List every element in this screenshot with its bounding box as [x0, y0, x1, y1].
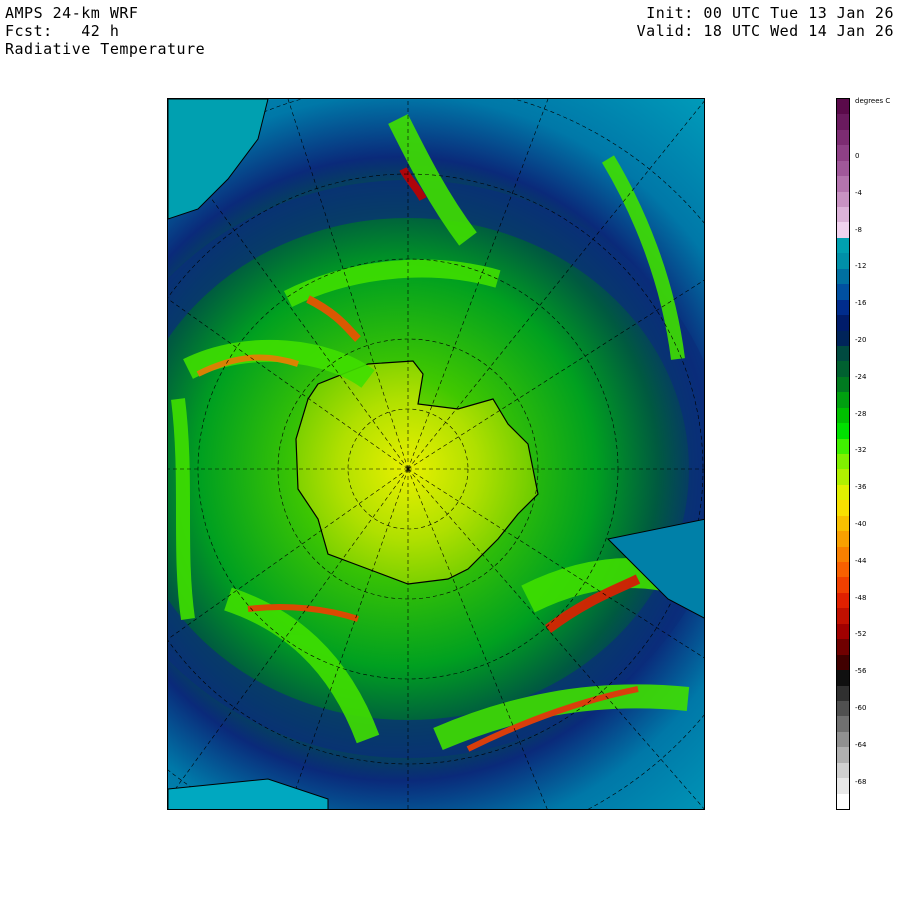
- colorbar-cell: [837, 531, 849, 548]
- colorbar-cell: [837, 515, 849, 532]
- colorbar-cell: [837, 484, 849, 501]
- colorbar-tick-label: -28: [855, 409, 867, 418]
- colorbar-cell: [837, 253, 849, 270]
- colorbar-cell: [837, 762, 849, 779]
- colorbar-cell: [837, 237, 849, 254]
- colorbar-cell: [837, 160, 849, 177]
- colorbar-cell: [837, 114, 849, 131]
- colorbar-cell: [837, 222, 849, 239]
- colorbar-cell: [837, 99, 849, 115]
- colorbar-tick-label: -56: [855, 667, 867, 676]
- colorbar-cell: [837, 376, 849, 393]
- colorbar-cell: [837, 330, 849, 347]
- colorbar-tick-label: -52: [855, 630, 867, 639]
- colorbar-cell: [837, 268, 849, 285]
- colorbar-cell: [837, 546, 849, 563]
- colorbar-cell: [837, 685, 849, 702]
- colorbar-cell: [837, 392, 849, 409]
- colorbar-cell: [837, 623, 849, 640]
- model-title: AMPS 24-km WRF: [5, 4, 139, 22]
- colorbar-cell: [837, 191, 849, 208]
- colorbar-cell: [837, 716, 849, 733]
- colorbar-cell: [837, 207, 849, 223]
- colorbar-cell: [837, 454, 849, 470]
- colorbar-tick-label: -60: [855, 704, 867, 712]
- colorbar-tick-label: -32: [855, 446, 867, 455]
- colorbar-tick-label: -20: [855, 336, 867, 344]
- colorbar-cell: [837, 345, 849, 362]
- colorbar-units: degrees C: [855, 97, 891, 105]
- field-name: Radiative Temperature: [5, 40, 206, 58]
- colorbar-cell: [837, 315, 849, 331]
- colorbar-cell: [837, 778, 849, 795]
- colorbar-cell: [837, 423, 849, 440]
- colorbar-tick-label: -64: [855, 740, 867, 749]
- colorbar: [836, 98, 850, 810]
- colorbar-cell: [837, 592, 849, 609]
- colorbar-tick-label: -4: [855, 188, 862, 197]
- colorbar-tick-label: -44: [855, 556, 867, 565]
- colorbar-tick-label: -36: [855, 483, 867, 492]
- init-time: Init: 00 UTC Tue 13 Jan 26: [646, 4, 894, 22]
- colorbar-tick-label: -40: [855, 520, 867, 528]
- header-left: AMPS 24-km WRF Fcst: 42 h Radiative Temper…: [5, 4, 205, 58]
- temperature-map: [167, 98, 705, 810]
- colorbar-tick-label: -24: [855, 372, 867, 381]
- colorbar-cell: [837, 145, 849, 162]
- header-right: Init: 00 UTC Tue 13 Jan 26 Valid: 18 UTC …: [637, 4, 894, 40]
- colorbar-cell: [837, 469, 849, 486]
- colorbar-tick-label: -48: [855, 593, 867, 602]
- forecast-hour: Fcst: 42 h: [5, 22, 120, 40]
- colorbar-cell: [837, 438, 849, 455]
- colorbar-tick-label: -8: [855, 225, 862, 234]
- colorbar-cell: [837, 793, 849, 810]
- map-svg: [168, 99, 704, 809]
- colorbar-cell: [837, 176, 849, 193]
- colorbar-cell: [837, 639, 849, 656]
- colorbar-tick-label: -68: [855, 777, 867, 786]
- colorbar-tick-label: -12: [855, 262, 867, 271]
- colorbar-cell: [837, 608, 849, 625]
- colorbar-cell: [837, 731, 849, 748]
- colorbar-cell: [837, 747, 849, 764]
- colorbar-cell: [837, 577, 849, 594]
- colorbar-tick-label: 0: [855, 152, 860, 160]
- colorbar-cell: [837, 500, 849, 517]
- colorbar-cell: [837, 407, 849, 424]
- colorbar-cell: [837, 129, 849, 146]
- colorbar-cell: [837, 654, 849, 671]
- colorbar-cell: [837, 299, 849, 316]
- colorbar-cell: [837, 284, 849, 301]
- colorbar-tick-label: -16: [855, 299, 867, 308]
- valid-time: Valid: 18 UTC Wed 14 Jan 26: [636, 22, 894, 40]
- colorbar-cell: [837, 700, 849, 717]
- colorbar-cell: [837, 562, 849, 578]
- colorbar-cell: [837, 670, 849, 686]
- colorbar-cell: [837, 361, 849, 378]
